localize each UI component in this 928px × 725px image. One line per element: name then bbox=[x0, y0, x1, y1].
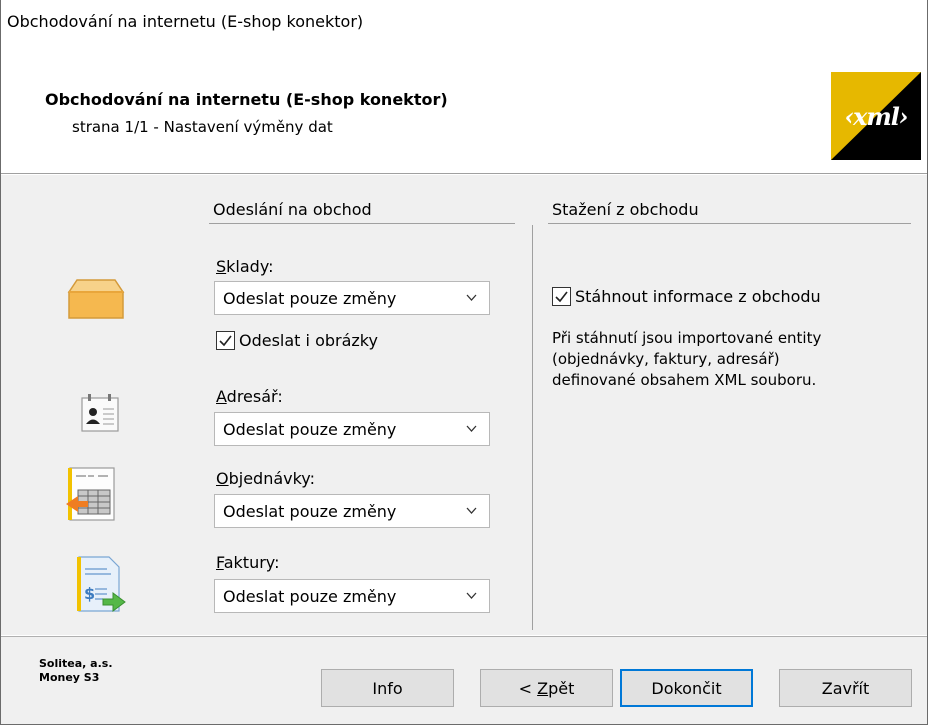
download-description: Při stáhnutí jsou importované entity (ob… bbox=[552, 328, 821, 391]
orders-icon bbox=[66, 467, 115, 521]
dialog-window: Obchodování na internetu (E-shop konekto… bbox=[0, 0, 928, 725]
invoices-dropdown-value: Odeslat pouze změny bbox=[223, 587, 397, 606]
send-images-checkbox[interactable]: Odeslat i obrázky bbox=[216, 331, 378, 350]
window-title: Obchodování na internetu (E-shop konekto… bbox=[7, 12, 364, 31]
invoices-label: Faktury: bbox=[216, 553, 280, 572]
download-description-line: definované obsahem XML souboru. bbox=[552, 371, 817, 389]
stocks-dropdown[interactable]: Odeslat pouze změny bbox=[214, 281, 490, 315]
address-book-dropdown[interactable]: Odeslat pouze změny bbox=[214, 412, 490, 446]
send-images-label: Odeslat i obrázky bbox=[239, 331, 378, 350]
chevron-down-icon bbox=[466, 425, 477, 432]
wizard-footer: Solitea, a.s. Money S3 Info < Zpět Dokon… bbox=[1, 636, 927, 724]
address-book-icon bbox=[81, 394, 119, 432]
download-info-checkbox[interactable]: Stáhnout informace z obchodu bbox=[552, 287, 821, 306]
address-book-label: Adresář: bbox=[216, 387, 283, 406]
address-book-dropdown-value: Odeslat pouze změny bbox=[223, 420, 397, 439]
download-description-line: Při stáhnutí jsou importované entity bbox=[552, 329, 822, 347]
back-button[interactable]: < Zpět bbox=[480, 669, 613, 707]
download-description-line: (objednávky, faktury, adresář) bbox=[552, 350, 780, 368]
close-button[interactable]: Zavřít bbox=[779, 669, 912, 707]
send-images-check-box[interactable] bbox=[216, 331, 235, 350]
checkmark-icon bbox=[219, 335, 232, 347]
wizard-title: Obchodování na internetu (E-shop konekto… bbox=[45, 90, 448, 109]
chevron-down-icon bbox=[466, 592, 477, 599]
stocks-dropdown-value: Odeslat pouze změny bbox=[223, 289, 397, 308]
invoice-icon: $ bbox=[77, 556, 126, 612]
svg-text:$: $ bbox=[84, 584, 95, 603]
orders-dropdown-value: Odeslat pouze změny bbox=[223, 502, 397, 521]
wizard-subtitle: strana 1/1 - Nastavení výměny dat bbox=[72, 118, 333, 136]
warehouse-box-icon bbox=[67, 279, 125, 319]
download-info-check-box[interactable] bbox=[552, 287, 571, 306]
chevron-down-icon bbox=[466, 294, 477, 301]
stocks-label: Sklady: bbox=[216, 257, 274, 276]
product-name: Money S3 bbox=[39, 671, 100, 684]
orders-label: Objednávky: bbox=[216, 469, 315, 488]
download-heading-divider bbox=[548, 223, 911, 224]
settings-panel: Odeslání na obchod Stažení z obchodu $ S… bbox=[1, 175, 927, 635]
chevron-down-icon bbox=[466, 507, 477, 514]
send-heading-divider bbox=[209, 223, 515, 224]
wizard-header: Obchodování na internetu (E-shop konekto… bbox=[1, 46, 927, 174]
invoices-dropdown[interactable]: Odeslat pouze změny bbox=[214, 579, 490, 613]
column-separator bbox=[532, 225, 533, 630]
company-info: Solitea, a.s. Money S3 bbox=[39, 657, 113, 685]
send-to-shop-heading: Odeslání na obchod bbox=[213, 200, 372, 219]
title-bar: Obchodování na internetu (E-shop konekto… bbox=[1, 0, 927, 46]
orders-dropdown[interactable]: Odeslat pouze změny bbox=[214, 494, 490, 528]
xml-logo-text: ‹xml› bbox=[844, 101, 908, 131]
checkmark-icon bbox=[555, 291, 568, 303]
xml-logo: ‹xml› bbox=[831, 72, 921, 160]
info-button[interactable]: Info bbox=[321, 669, 454, 707]
download-from-shop-heading: Stažení z obchodu bbox=[552, 200, 699, 219]
company-name: Solitea, a.s. bbox=[39, 657, 113, 670]
download-info-label: Stáhnout informace z obchodu bbox=[575, 287, 821, 306]
finish-button[interactable]: Dokončit bbox=[620, 669, 753, 707]
